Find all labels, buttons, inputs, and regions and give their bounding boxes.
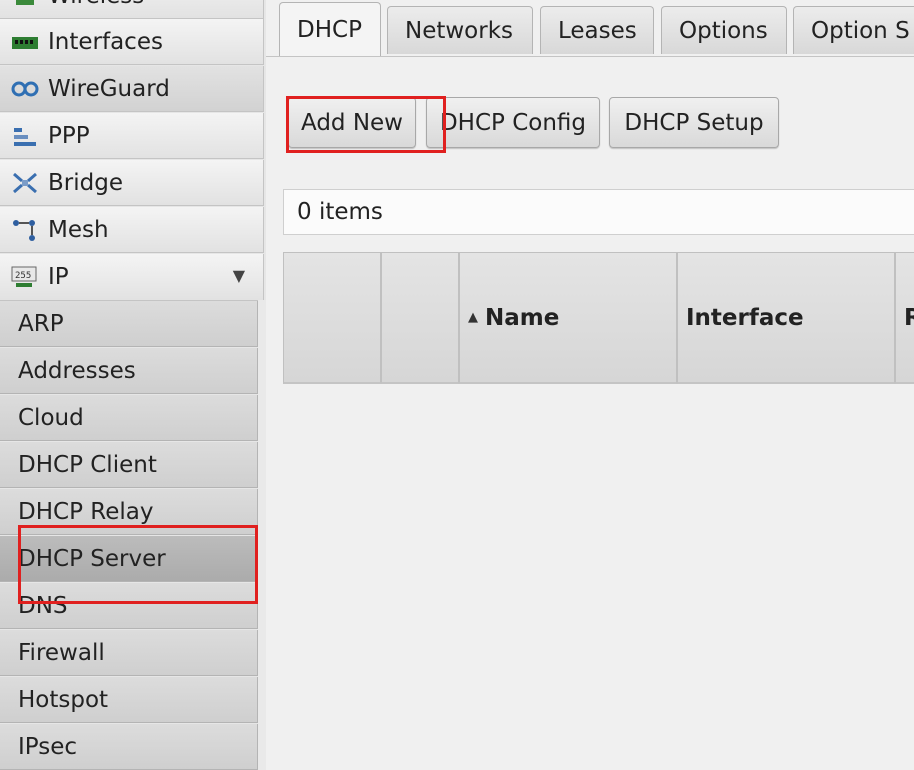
column-header-blank-1[interactable] [283, 252, 381, 384]
sidebar-subitem-dns[interactable]: DNS [0, 583, 258, 629]
tab-label: Leases [558, 17, 637, 44]
sidebar-subitem-label: ARP [18, 310, 64, 337]
tab-leases[interactable]: Leases [540, 6, 654, 54]
sidebar-subitem-label: DHCP Relay [18, 498, 154, 525]
table-header: ▲ Name Interface R [283, 252, 914, 386]
column-header-relay[interactable]: R [895, 252, 914, 384]
sidebar-subitem-dhcp-client[interactable]: DHCP Client [0, 442, 258, 488]
button-label: DHCP Setup [624, 109, 764, 136]
items-count: 0 items [297, 199, 383, 225]
sidebar-subitem-dhcp-server[interactable]: DHCP Server [0, 536, 258, 582]
bridge-icon [10, 170, 40, 196]
sidebar-subitem-label: Firewall [18, 639, 105, 666]
tab-bar: DHCP Networks Leases Options Option S [266, 0, 914, 57]
sidebar-item-bridge[interactable]: Bridge [0, 160, 264, 206]
sidebar-item-label: Wireless [48, 0, 144, 9]
sidebar-subitem-label: DHCP Server [18, 545, 166, 572]
sidebar-item-label: Bridge [48, 169, 123, 196]
sidebar-item-label: IP [48, 264, 69, 290]
tab-networks[interactable]: Networks [387, 6, 533, 54]
ip-icon: 255 [10, 264, 40, 290]
sidebar-item-wireless[interactable]: Wireless [0, 0, 264, 19]
sidebar-item-ip[interactable]: 255 IP ▼ [0, 254, 264, 301]
main-panel: DHCP Networks Leases Options Option S Ad… [266, 0, 914, 770]
sidebar-subitem-cloud[interactable]: Cloud [0, 395, 258, 441]
mesh-icon [10, 217, 40, 243]
tab-options[interactable]: Options [661, 6, 787, 54]
sidebar-subitem-label: Cloud [18, 404, 84, 431]
sidebar-item-label: PPP [48, 122, 90, 149]
column-header-name[interactable]: ▲ Name [459, 252, 677, 384]
column-header-label: R [904, 305, 914, 331]
sidebar-item-ppp[interactable]: PPP [0, 113, 264, 159]
tab-dhcp[interactable]: DHCP [279, 2, 381, 56]
sidebar-subitem-dhcp-relay[interactable]: DHCP Relay [0, 489, 258, 535]
sidebar-subitem-addresses[interactable]: Addresses [0, 348, 258, 394]
tab-label: Networks [405, 17, 514, 44]
button-label: DHCP Config [439, 109, 587, 136]
sidebar-subitem-label: DNS [18, 592, 68, 619]
sidebar-item-mesh[interactable]: Mesh [0, 207, 264, 253]
wireguard-icon [10, 76, 40, 102]
sidebar-item-wireguard[interactable]: WireGuard [0, 66, 264, 112]
sidebar-subitem-firewall[interactable]: Firewall [0, 630, 258, 676]
chevron-down-icon[interactable]: ▼ [233, 266, 245, 285]
sidebar-item-label: WireGuard [48, 75, 170, 102]
svg-text:255: 255 [15, 271, 31, 281]
sidebar: Wireless Interfaces WireGuard PPP Bridge… [0, 0, 267, 770]
column-header-label: Interface [686, 304, 804, 331]
sidebar-subitem-ipsec[interactable]: IPsec [0, 724, 258, 770]
sidebar-item-label: Interfaces [48, 28, 163, 55]
items-count-bar: 0 items [283, 189, 914, 235]
tab-label: Options [679, 17, 768, 44]
sidebar-subitem-label: Hotspot [18, 686, 109, 713]
button-label: Add New [300, 109, 403, 136]
sidebar-submenu-rail [258, 300, 266, 770]
add-new-button[interactable]: Add New [288, 97, 416, 148]
sidebar-subitem-hotspot[interactable]: Hotspot [0, 677, 258, 723]
column-header-label: Name [485, 304, 560, 331]
sidebar-subitem-label: Addresses [18, 357, 136, 384]
dhcp-setup-button[interactable]: DHCP Setup [609, 97, 779, 148]
sidebar-subitem-label: IPsec [18, 733, 78, 760]
tab-label: DHCP [297, 16, 362, 43]
column-header-blank-2[interactable] [381, 252, 459, 384]
dhcp-config-button[interactable]: DHCP Config [426, 97, 600, 148]
sort-ascending-icon: ▲ [468, 310, 478, 325]
sidebar-item-interfaces[interactable]: Interfaces [0, 19, 264, 65]
sidebar-item-label: Mesh [48, 216, 109, 243]
sidebar-subitem-label: DHCP Client [18, 451, 157, 478]
ppp-icon [10, 123, 40, 149]
tab-option-sets[interactable]: Option S [793, 6, 914, 54]
tab-label: Option S [811, 17, 910, 44]
sidebar-subitem-arp[interactable]: ARP [0, 301, 258, 347]
column-header-interface[interactable]: Interface [677, 252, 895, 384]
interfaces-icon [10, 29, 40, 55]
wireless-icon [10, 0, 40, 9]
